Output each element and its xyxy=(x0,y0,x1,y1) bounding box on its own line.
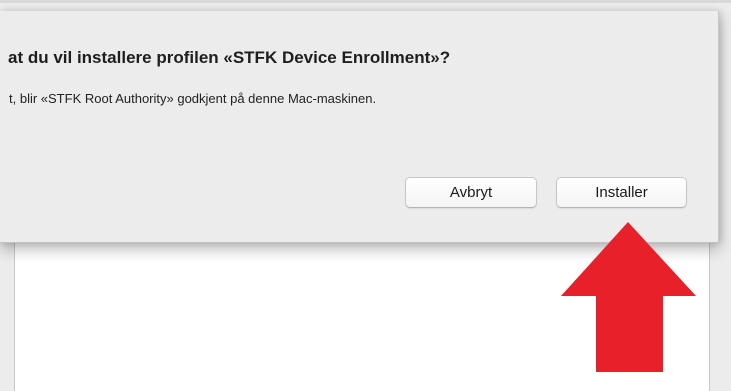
screenshot-stage: at du vil installere profilen «STFK Devi… xyxy=(0,0,731,391)
dialog-title: at du vil installere profilen «STFK Devi… xyxy=(8,48,451,67)
cancel-button[interactable]: Avbryt xyxy=(405,177,537,208)
window-top-edge xyxy=(0,0,731,3)
install-button[interactable]: Installer xyxy=(556,177,687,208)
arrow-up-icon xyxy=(561,222,696,372)
dialog-message: t, blir «STFK Root Authority» godkjent p… xyxy=(9,91,377,106)
install-profile-sheet: at du vil installere profilen «STFK Devi… xyxy=(0,11,719,243)
